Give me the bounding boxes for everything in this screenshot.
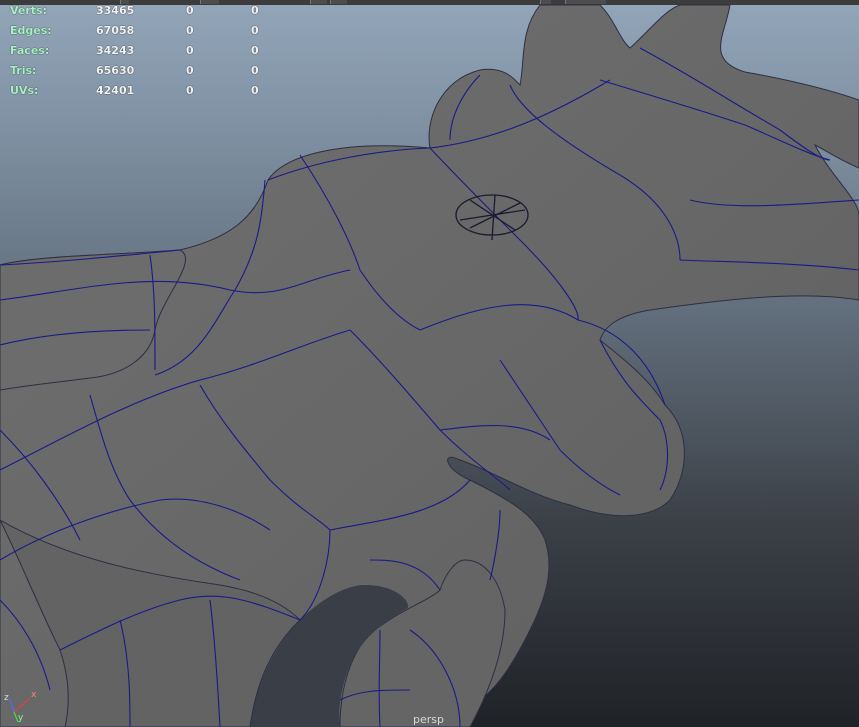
z-axis-label: z bbox=[4, 693, 9, 703]
hud-label: Tris: bbox=[10, 64, 37, 77]
hud-label: UVs: bbox=[10, 84, 39, 97]
hud-value-extra: 0 bbox=[251, 44, 259, 57]
hud-value-extra: 0 bbox=[251, 4, 259, 17]
hud-value-selected: 0 bbox=[186, 44, 194, 57]
hud-row-faces: Faces: 34243 0 0 bbox=[10, 41, 270, 61]
hud-value-extra: 0 bbox=[251, 84, 259, 97]
hud-row-edges: Edges: 67058 0 0 bbox=[10, 21, 270, 41]
hud-value-total: 34243 bbox=[96, 44, 135, 57]
hud-label: Faces: bbox=[10, 44, 50, 57]
perspective-viewport[interactable]: z x y Verts: 33465 0 0 Edges: 67058 0 0 … bbox=[0, 0, 859, 727]
y-axis-label: y bbox=[18, 713, 24, 723]
hud-row-verts: Verts: 33465 0 0 bbox=[10, 1, 270, 21]
hud-value-total: 65630 bbox=[96, 64, 135, 77]
x-axis-label: x bbox=[31, 690, 37, 700]
hud-value-total: 33465 bbox=[96, 4, 135, 17]
mesh-scene[interactable]: z x y bbox=[0, 0, 859, 727]
hud-value-selected: 0 bbox=[186, 4, 194, 17]
hud-row-tris: Tris: 65630 0 0 bbox=[10, 61, 270, 81]
hud-value-selected: 0 bbox=[186, 64, 194, 77]
hud-value-total: 67058 bbox=[96, 24, 135, 37]
hud-value-total: 42401 bbox=[96, 84, 135, 97]
character-mesh[interactable] bbox=[0, 4, 859, 727]
hud-value-selected: 0 bbox=[186, 84, 194, 97]
hud-row-uvs: UVs: 42401 0 0 bbox=[10, 81, 270, 101]
hud-value-extra: 0 bbox=[251, 64, 259, 77]
poly-count-hud: Verts: 33465 0 0 Edges: 67058 0 0 Faces:… bbox=[10, 1, 270, 101]
hud-label: Verts: bbox=[10, 4, 48, 17]
hud-label: Edges: bbox=[10, 24, 52, 37]
hud-value-selected: 0 bbox=[186, 24, 194, 37]
camera-name-label: persp bbox=[413, 713, 444, 726]
hud-value-extra: 0 bbox=[251, 24, 259, 37]
